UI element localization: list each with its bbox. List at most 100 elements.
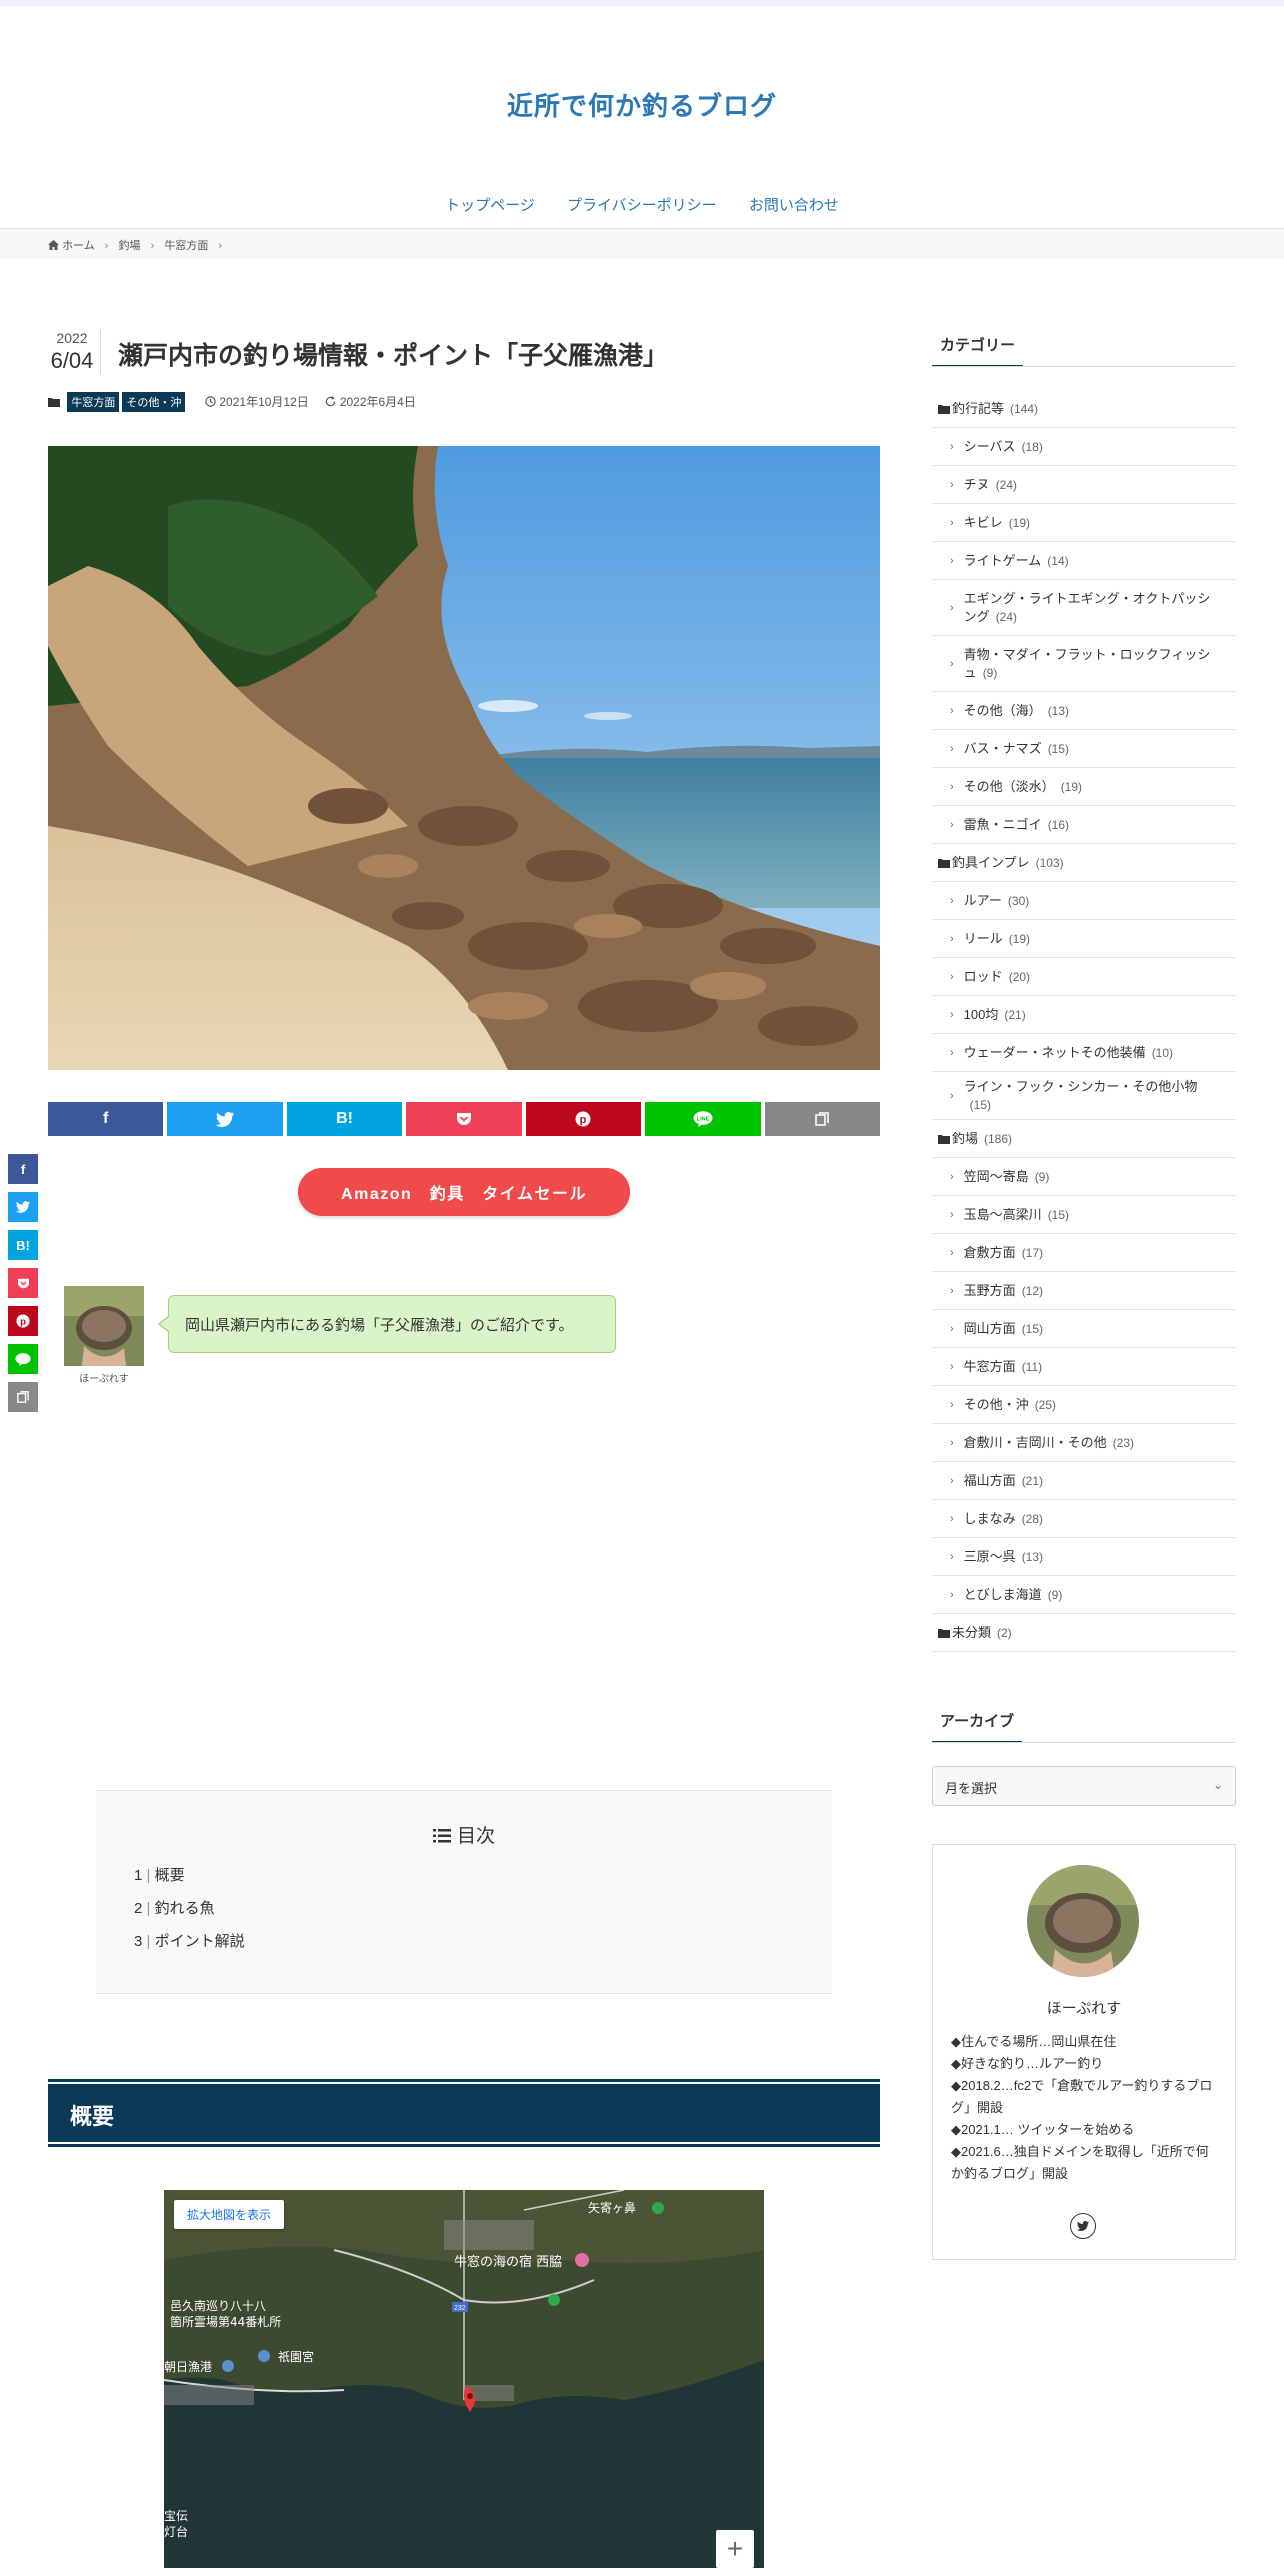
category-tag-other[interactable]: その他・沖	[122, 392, 186, 412]
category-label: その他・沖	[963, 1396, 1029, 1412]
profile-twitter-link[interactable]	[1070, 2213, 1096, 2239]
breadcrumb-fishing-spot[interactable]: 釣場	[119, 240, 141, 252]
category-item[interactable]: › ロッド (20)	[932, 958, 1236, 996]
category-item[interactable]: 釣場 (186)	[932, 1120, 1236, 1158]
share-facebook-button[interactable]: f	[48, 1102, 164, 1136]
category-item[interactable]: › バス・ナマズ (15)	[932, 730, 1236, 768]
share-pocket-button[interactable]	[406, 1102, 522, 1136]
category-item[interactable]: › 青物・マダイ・フラット・ロックフィッシュ (9)	[932, 636, 1236, 692]
category-label: 釣行記等	[952, 400, 1005, 416]
category-item[interactable]: 未分類 (2)	[932, 1614, 1236, 1652]
balloon-tail-fill	[160, 1317, 169, 1331]
pinterest-icon: p	[575, 1111, 591, 1127]
category-item[interactable]: › ウェーダー・ネットその他装備 (10)	[932, 1034, 1236, 1072]
category-item[interactable]: › しまなみ (28)	[932, 1500, 1236, 1538]
category-item[interactable]: › 玉野方面 (12)	[932, 1272, 1236, 1310]
side-share-facebook[interactable]: f	[8, 1154, 38, 1184]
chevron-right-icon: ›	[950, 1089, 954, 1102]
category-item[interactable]: › 三原～呉 (13)	[932, 1538, 1236, 1576]
breadcrumb: ホーム › 釣場 › 牛窓方面 ›	[0, 229, 1284, 259]
category-item[interactable]: › 福山方面 (21)	[932, 1462, 1236, 1500]
category-label: シーバス	[963, 438, 1016, 454]
category-item[interactable]: › 倉敷川・吉岡川・その他 (23)	[932, 1424, 1236, 1462]
category-item[interactable]: › エギング・ライトエギング・オクトパッシング (24)	[932, 580, 1236, 636]
chevron-right-icon: ›	[950, 440, 954, 453]
category-item[interactable]: › その他（海） (13)	[932, 692, 1236, 730]
category-item[interactable]: › 雷魚・ニゴイ (16)	[932, 806, 1236, 844]
side-share-hatena[interactable]: B!	[8, 1230, 38, 1260]
category-count: (144)	[1010, 401, 1039, 416]
category-item[interactable]: › 岡山方面 (15)	[932, 1310, 1236, 1348]
category-tag-ushimado[interactable]: 牛窓方面	[67, 392, 120, 412]
global-nav: トップページ プライバシーポリシー お問い合わせ	[0, 194, 1284, 215]
enlarge-map-link[interactable]: 拡大地図を表示	[174, 2200, 285, 2229]
category-label: ウェーダー・ネットその他装備	[963, 1044, 1146, 1060]
category-item[interactable]: › キビレ (19)	[932, 504, 1236, 542]
share-hatena-button[interactable]: B!	[286, 1102, 403, 1136]
share-line-button[interactable]: LINE	[645, 1102, 761, 1136]
side-share-line[interactable]	[8, 1344, 38, 1374]
category-item[interactable]: 釣行記等 (144)	[932, 390, 1236, 428]
share-pinterest-button[interactable]: p	[525, 1102, 642, 1136]
category-count: (15)	[1047, 1207, 1070, 1222]
category-item[interactable]: › 100均 (21)	[932, 996, 1236, 1034]
side-share-copy[interactable]	[8, 1382, 38, 1412]
category-item[interactable]: › チヌ (24)	[932, 466, 1236, 504]
amazon-sale-button[interactable]: Amazon 釣具 タイムセール	[298, 1168, 630, 1216]
category-item[interactable]: › シーバス (18)	[932, 428, 1236, 466]
category-count: (13)	[1047, 703, 1070, 718]
hero-image-rocky-shore	[48, 446, 880, 1070]
category-item[interactable]: › その他（淡水） (19)	[932, 768, 1236, 806]
profile-avatar	[1027, 1865, 1139, 1977]
archive-widget-title: アーカイブ	[932, 1710, 1236, 1743]
side-share-pocket[interactable]	[8, 1268, 38, 1298]
category-label: その他（淡水）	[963, 778, 1055, 794]
toc-item[interactable]: 2 | 釣れる魚	[134, 1897, 215, 1918]
side-share-twitter[interactable]	[8, 1192, 38, 1222]
update-icon	[326, 396, 336, 407]
line-icon: LINE	[693, 1111, 713, 1127]
category-item[interactable]: › 牛窓方面 (11)	[932, 1348, 1236, 1386]
author-avatar	[64, 1286, 144, 1366]
chevron-right-icon: ›	[950, 932, 954, 945]
category-item[interactable]: › その他・沖 (25)	[932, 1386, 1236, 1424]
category-item[interactable]: › ライトゲーム (14)	[932, 542, 1236, 580]
category-item[interactable]: › とびしま海道 (9)	[932, 1576, 1236, 1614]
category-count: (9)	[1047, 1587, 1063, 1602]
nav-item-top[interactable]: トップページ	[445, 197, 535, 214]
nav-item-contact[interactable]: お問い合わせ	[749, 197, 839, 214]
toc-item[interactable]: 1 | 概要	[134, 1864, 185, 1885]
category-item[interactable]: › ルアー (30)	[932, 882, 1236, 920]
share-copy-button[interactable]	[764, 1102, 880, 1136]
category-item[interactable]: › リール (19)	[932, 920, 1236, 958]
category-item[interactable]: › ライン・フック・シンカー・その他小物 (15)	[932, 1072, 1236, 1120]
breadcrumb-home[interactable]: ホーム	[62, 240, 95, 252]
side-share-pinterest[interactable]: p	[8, 1306, 38, 1336]
list-icon	[432, 1829, 451, 1843]
category-count: (17)	[1021, 1245, 1044, 1260]
category-item[interactable]: › 玉島～高梁川 (15)	[932, 1196, 1236, 1234]
category-item[interactable]: › 倉敷方面 (17)	[932, 1234, 1236, 1272]
toc-item[interactable]: 3 | ポイント解説	[134, 1930, 245, 1951]
category-label: 玉島～高梁川	[963, 1206, 1042, 1222]
category-label: 釣場	[952, 1130, 979, 1146]
twitter-icon	[1077, 2221, 1089, 2231]
site-title[interactable]: 近所で何か釣るブログ	[0, 86, 1284, 123]
toc-title-text: 目次	[456, 1826, 495, 1847]
category-item[interactable]: › 笠岡～寄島 (9)	[932, 1158, 1236, 1196]
category-label: 牛窓方面	[963, 1358, 1016, 1374]
post-meta: 牛窓方面 その他・沖 2021年10月12日 2022年6月4日	[48, 392, 416, 412]
chevron-right-icon: ›	[950, 894, 954, 907]
chevron-right-icon: ›	[950, 780, 954, 793]
map-label: 矢寄ヶ鼻	[588, 2200, 636, 2215]
category-count: (21)	[1021, 1473, 1044, 1488]
archive-month-select[interactable]: 月を選択 ⌄	[932, 1766, 1236, 1806]
category-item[interactable]: 釣具インプレ (103)	[932, 844, 1236, 882]
category-label: 未分類	[952, 1624, 992, 1640]
share-twitter-button[interactable]	[167, 1102, 283, 1136]
zoom-in-button[interactable]: +	[716, 2530, 754, 2568]
breadcrumb-ushimado[interactable]: 牛窓方面	[164, 240, 208, 252]
google-map-embed[interactable]: 232 牛窓の海の宿 西脇 邑久南巡り八十八 箇所霊場第44番札所 祇園宮 朝日…	[164, 2190, 764, 2568]
nav-item-privacy[interactable]: プライバシーポリシー	[567, 197, 717, 214]
chevron-right-icon: ›	[950, 704, 954, 717]
